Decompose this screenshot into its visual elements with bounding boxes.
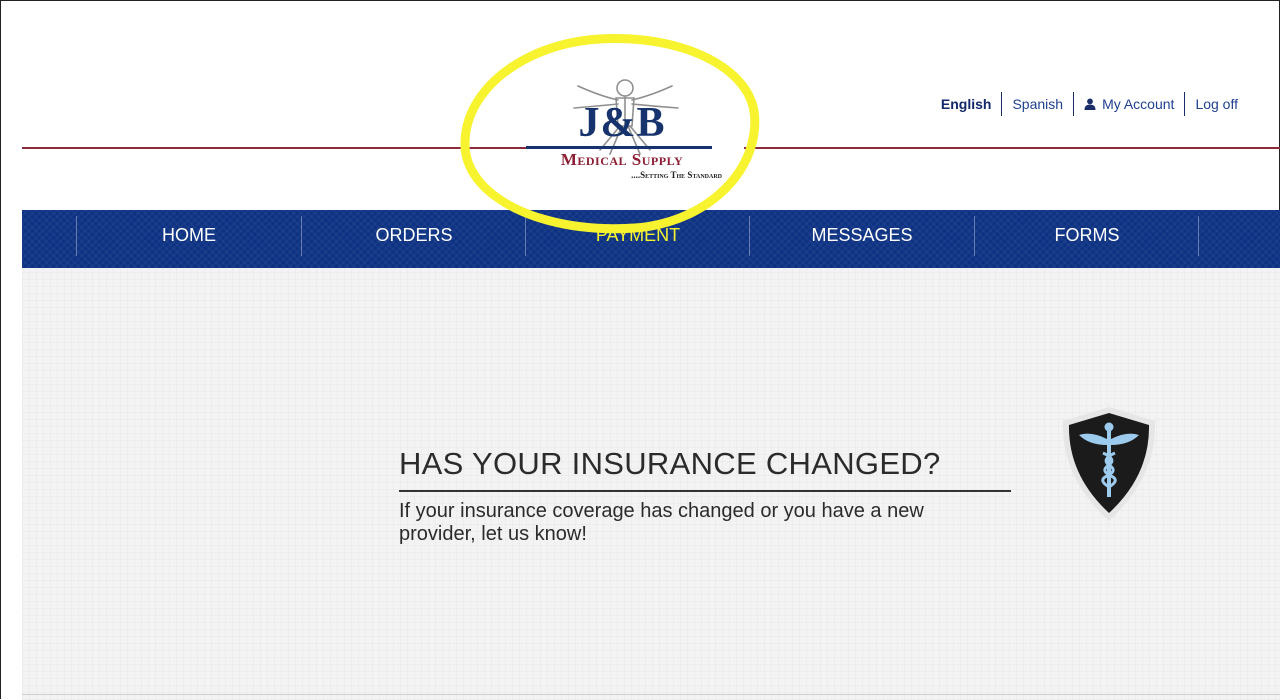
logoff-link[interactable]: Log off: [1185, 96, 1248, 112]
my-account-label: My Account: [1102, 96, 1175, 112]
header-divider-right: [744, 147, 1280, 149]
nav-item-messages[interactable]: MESSAGES: [750, 210, 974, 260]
nav-item-payment[interactable]: PAYMENT: [526, 210, 750, 260]
nav-item-forms[interactable]: FORMS: [975, 210, 1199, 260]
top-links: English Spanish My Account Log off: [931, 92, 1248, 116]
nav-item-orders[interactable]: ORDERS: [302, 210, 526, 260]
main-nav: HOME ORDERS PAYMENT MESSAGES FORMS: [22, 210, 1280, 268]
insurance-promo-text: If your insurance coverage has changed o…: [399, 500, 924, 545]
user-icon: [1084, 98, 1096, 110]
promo-title-underline: [399, 490, 1011, 492]
caduceus-shield-icon[interactable]: [1059, 405, 1159, 523]
logo-tagline: ....Setting The Standard: [631, 170, 722, 180]
nav-divider: [1198, 216, 1199, 256]
insurance-promo-title: HAS YOUR INSURANCE CHANGED?: [399, 446, 941, 481]
nav-item-home[interactable]: HOME: [77, 210, 301, 260]
main-content: HAS YOUR INSURANCE CHANGED? If your insu…: [22, 268, 1280, 700]
language-spanish-link[interactable]: Spanish: [1002, 96, 1073, 112]
logo-initials: J&B: [578, 100, 666, 146]
header-divider-left: [22, 147, 532, 149]
jb-medical-supply-logo[interactable]: J&B Medical Supply ....Setting The Stand…: [522, 74, 722, 186]
logo-underline: [526, 146, 712, 149]
language-english-link[interactable]: English: [931, 96, 1002, 112]
content-bottom-divider: [22, 694, 1280, 695]
logo-company-name: Medical Supply: [560, 150, 684, 169]
my-account-link[interactable]: My Account: [1074, 96, 1184, 112]
